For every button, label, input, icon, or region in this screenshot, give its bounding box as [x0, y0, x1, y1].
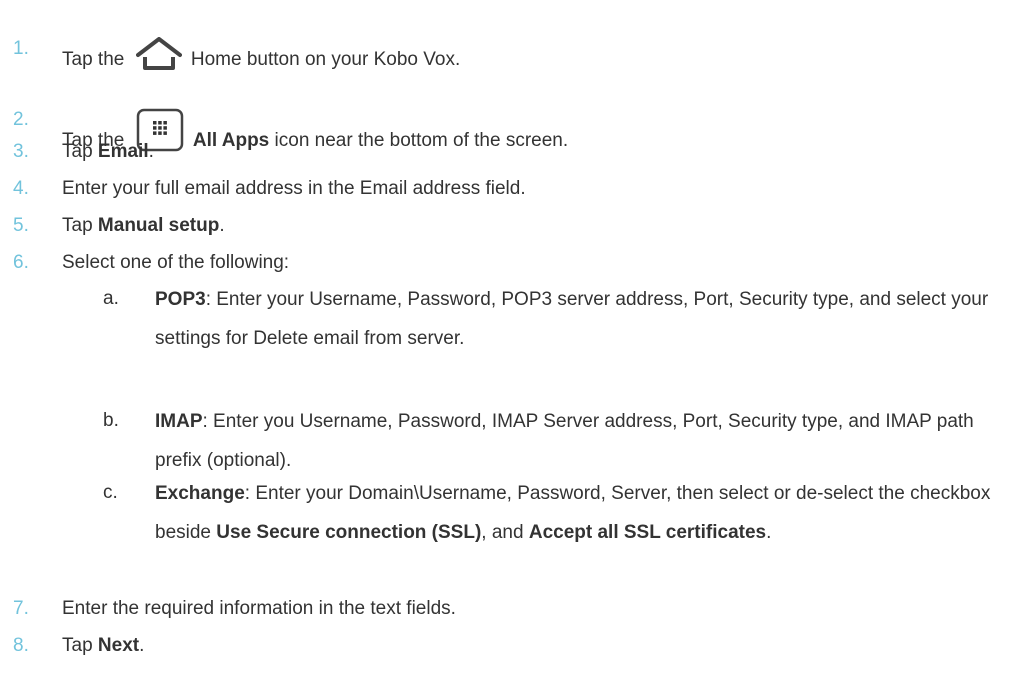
step-text: Home button on your Kobo Vox.	[190, 49, 461, 70]
step-text: Enter the required information in the te…	[62, 598, 456, 619]
exchange-label: Exchange	[155, 483, 245, 504]
accept-ssl-label: Accept all SSL certificates	[528, 522, 767, 543]
substep-text: , and	[481, 522, 529, 543]
step-number: 8.	[13, 635, 29, 656]
step-number: 7.	[13, 598, 29, 619]
substep-letter: b.	[103, 410, 119, 431]
step-text: .	[148, 141, 154, 162]
home-icon	[135, 37, 182, 72]
all-apps-label: All Apps	[192, 130, 270, 151]
manual-setup-label: Manual setup	[97, 215, 220, 236]
step-number: 3.	[13, 141, 29, 162]
email-label: Email	[97, 141, 149, 162]
substep-letter: c.	[103, 482, 118, 503]
next-label: Next	[97, 635, 140, 656]
step-number: 5.	[13, 215, 29, 236]
step-number: 6.	[13, 252, 29, 273]
pop3-label: POP3	[155, 289, 206, 310]
step-text: .	[219, 215, 225, 236]
step-text: Tap	[62, 635, 98, 656]
substep-text: : Enter you Username, Password, IMAP Ser…	[155, 411, 974, 471]
step-text: .	[139, 635, 145, 656]
step-number: 4.	[13, 178, 29, 199]
substep-text: : Enter your Username, Password, POP3 se…	[155, 289, 989, 349]
substep-text: .	[766, 522, 772, 543]
step-text: icon near the bottom of the screen.	[269, 130, 569, 151]
step-number: 1.	[13, 38, 29, 59]
step-text: Tap the	[62, 49, 125, 70]
step-text: Tap	[62, 215, 98, 236]
step-text: Enter your full email address in the Ema…	[62, 178, 526, 199]
ssl-option-label: Use Secure connection (SSL)	[216, 522, 482, 543]
imap-label: IMAP	[155, 411, 203, 432]
step-number: 2.	[13, 109, 29, 130]
substep-letter: a.	[103, 288, 119, 309]
step-text: Tap	[62, 141, 98, 162]
step-text: Select one of the following:	[62, 252, 290, 273]
